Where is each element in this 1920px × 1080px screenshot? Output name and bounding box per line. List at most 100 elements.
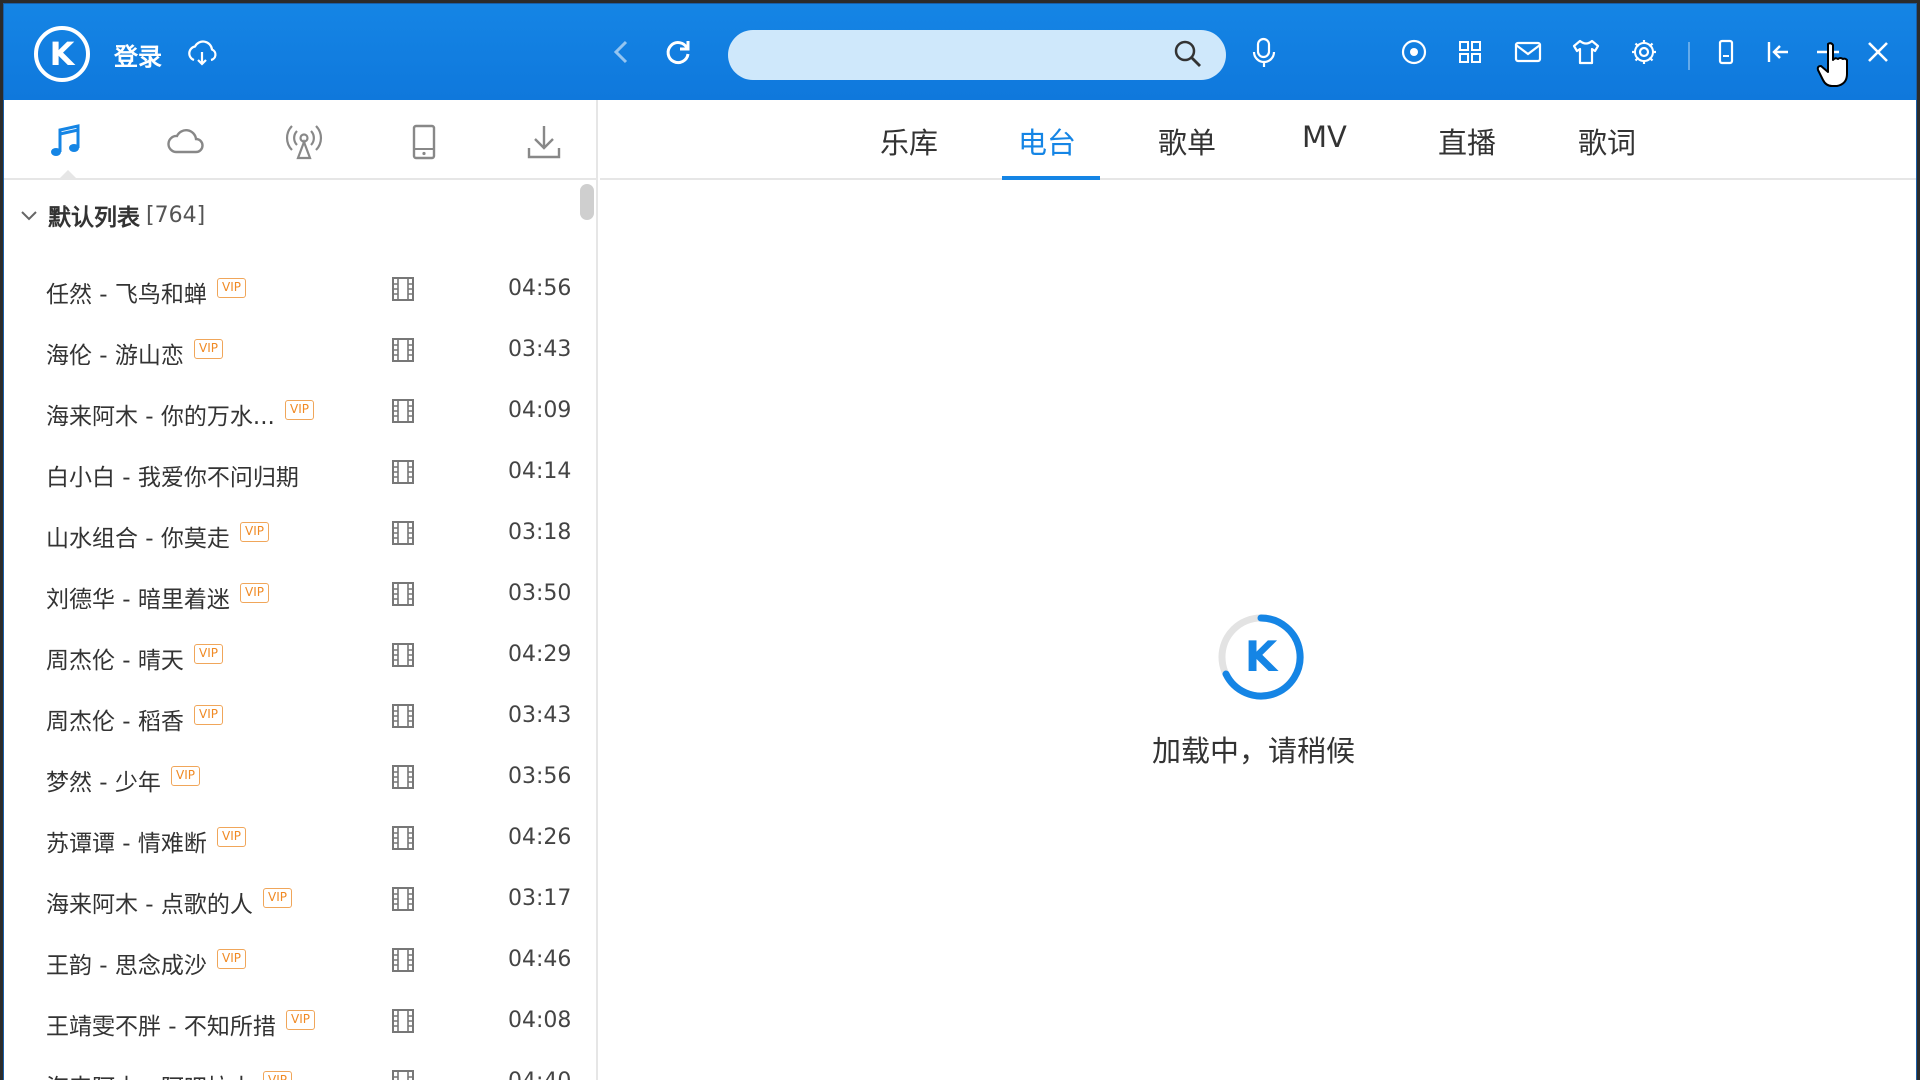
song-duration: 04:40 (508, 1069, 571, 1080)
title-bar: K 登录 (4, 4, 1916, 100)
song-row[interactable]: 海来阿木 - 你的万水... VIP 04:09 (4, 381, 594, 442)
hand-cursor-icon (1816, 42, 1848, 87)
loading-message: 加载中，请稍候 (1152, 734, 1356, 768)
song-duration: 03:56 (508, 764, 572, 789)
vip-badge: VIP (171, 766, 200, 786)
song-duration: 04:46 (508, 947, 572, 972)
cloud-sync-icon[interactable] (184, 34, 220, 70)
song-title: 任然 - 飞鸟和蝉 (46, 282, 207, 308)
vip-badge: VIP (194, 339, 223, 359)
vip-badge: VIP (217, 949, 246, 969)
active-tab-caret (60, 170, 76, 178)
vip-badge: VIP (285, 400, 314, 420)
tab-lyrics[interactable]: 歌词 (1578, 120, 1636, 162)
song-duration: 03:18 (508, 520, 572, 545)
music-note-icon[interactable] (44, 120, 88, 164)
mv-film-icon[interactable] (390, 641, 416, 669)
song-title: 刘德华 - 暗里着迷 (46, 587, 230, 613)
search-icon[interactable] (1170, 36, 1206, 72)
mail-icon[interactable] (1510, 34, 1546, 70)
device-phone-icon[interactable] (402, 120, 446, 164)
song-title: 周杰伦 - 晴天 (46, 648, 184, 674)
mv-film-icon[interactable] (390, 397, 416, 425)
song-row[interactable]: 王靖雯不胖 - 不知所措 VIP 04:08 (4, 991, 594, 1052)
tab-library[interactable]: 乐库 (880, 120, 938, 162)
song-row[interactable]: 王韵 - 思念成沙 VIP 04:46 (4, 930, 594, 991)
chevron-down-icon[interactable] (18, 204, 40, 226)
mv-film-icon[interactable] (390, 519, 416, 547)
song-row[interactable]: 白小白 - 我爱你不问归期 04:14 (4, 442, 594, 503)
song-title: 海来阿木 - 阿吧拉古 (46, 1068, 253, 1080)
vip-badge: VIP (240, 583, 269, 603)
list-scrollbar[interactable] (580, 184, 594, 220)
voice-search-icon[interactable] (1246, 34, 1282, 70)
tab-mv[interactable]: MV (1302, 120, 1347, 154)
cloud-icon[interactable] (164, 120, 208, 164)
playlist-name: 默认列表 (48, 205, 140, 231)
song-title: 海来阿木 - 你的万水... (46, 404, 275, 430)
vip-badge: VIP (194, 705, 223, 725)
mv-film-icon[interactable] (390, 702, 416, 730)
song-row[interactable]: 周杰伦 - 稻香 VIP 03:43 (4, 686, 594, 747)
song-duration: 04:56 (508, 276, 572, 301)
mv-film-icon[interactable] (390, 458, 416, 486)
song-row[interactable]: 周杰伦 - 晴天 VIP 04:29 (4, 625, 594, 686)
mv-film-icon[interactable] (390, 275, 416, 303)
apps-grid-icon[interactable] (1452, 34, 1488, 70)
kugou-logo[interactable]: K (34, 26, 90, 82)
listen-record-icon[interactable] (1396, 34, 1432, 70)
refresh-icon[interactable] (660, 34, 696, 70)
mv-film-icon[interactable] (390, 580, 416, 608)
mv-film-icon[interactable] (390, 336, 416, 364)
mv-film-icon[interactable] (390, 824, 416, 852)
tab-playlists[interactable]: 歌单 (1158, 120, 1216, 162)
song-duration: 03:50 (508, 581, 572, 606)
song-title: 苏谭谭 - 情难断 (46, 831, 207, 857)
back-icon[interactable] (604, 34, 640, 70)
song-row[interactable]: 刘德华 - 暗里着迷 VIP 03:50 (4, 564, 594, 625)
song-title: 周杰伦 - 稻香 (46, 709, 184, 735)
song-duration: 03:43 (508, 703, 572, 728)
playlist-header[interactable]: 默认列表 [764] (18, 195, 205, 235)
collapse-panel-icon[interactable] (1760, 34, 1796, 70)
mv-film-icon[interactable] (390, 885, 416, 913)
toolbar-divider (1688, 42, 1690, 70)
mini-mode-icon[interactable] (1708, 34, 1744, 70)
settings-gear-icon[interactable] (1626, 34, 1662, 70)
radio-broadcast-icon[interactable] (282, 120, 326, 164)
song-duration: 04:26 (508, 825, 572, 850)
left-panel: 默认列表 [764] 任然 - 飞鸟和蝉 VIP 04:56 海伦 - 游山恋 VIP 0… (4, 100, 598, 1080)
song-title: 海来阿木 - 点歌的人 (46, 892, 253, 918)
mv-film-icon[interactable] (390, 1068, 416, 1080)
skin-shirt-icon[interactable] (1568, 34, 1604, 70)
svg-text:K: K (1245, 632, 1279, 681)
song-title: 王靖雯不胖 - 不知所措 (46, 1014, 276, 1040)
song-row[interactable]: 海伦 - 游山恋 VIP 03:43 (4, 320, 594, 381)
mv-film-icon[interactable] (390, 946, 416, 974)
song-row[interactable]: 任然 - 飞鸟和蝉 VIP 04:56 (4, 259, 594, 320)
left-nav-tabs (4, 100, 598, 180)
song-row[interactable]: 梦然 - 少年 VIP 03:56 (4, 747, 594, 808)
mv-film-icon[interactable] (390, 763, 416, 791)
song-row[interactable]: 山水组合 - 你莫走 VIP 03:18 (4, 503, 594, 564)
song-row[interactable]: 海来阿木 - 点歌的人 VIP 03:17 (4, 869, 594, 930)
song-row[interactable]: 苏谭谭 - 情难断 VIP 04:26 (4, 808, 594, 869)
tab-live[interactable]: 直播 (1438, 120, 1496, 162)
search-input[interactable] (728, 30, 1226, 80)
mv-film-icon[interactable] (390, 1007, 416, 1035)
vip-badge: VIP (217, 278, 246, 298)
download-icon[interactable] (522, 120, 566, 164)
login-link[interactable]: 登录 (114, 37, 162, 72)
tab-radio[interactable]: 电台 (1018, 120, 1076, 162)
close-icon[interactable] (1860, 34, 1896, 70)
kugou-music-window: K 登录 默认列表 [764] 任然 - 飞鸟和蝉 VIP 04:56 海伦 -… (4, 4, 1916, 1080)
song-title: 白小白 - 我爱你不问归期 (46, 465, 299, 491)
vip-badge: VIP (240, 522, 269, 542)
song-title: 山水组合 - 你莫走 (46, 526, 230, 552)
vip-badge: VIP (263, 1071, 292, 1080)
vip-badge: VIP (217, 827, 246, 847)
song-row[interactable]: 海来阿木 - 阿吧拉古 VIP 04:40 (4, 1052, 594, 1080)
loading-spinner-logo: K (1216, 612, 1306, 702)
playlist-count: [764] (146, 202, 206, 228)
song-duration: 04:08 (508, 1008, 572, 1033)
